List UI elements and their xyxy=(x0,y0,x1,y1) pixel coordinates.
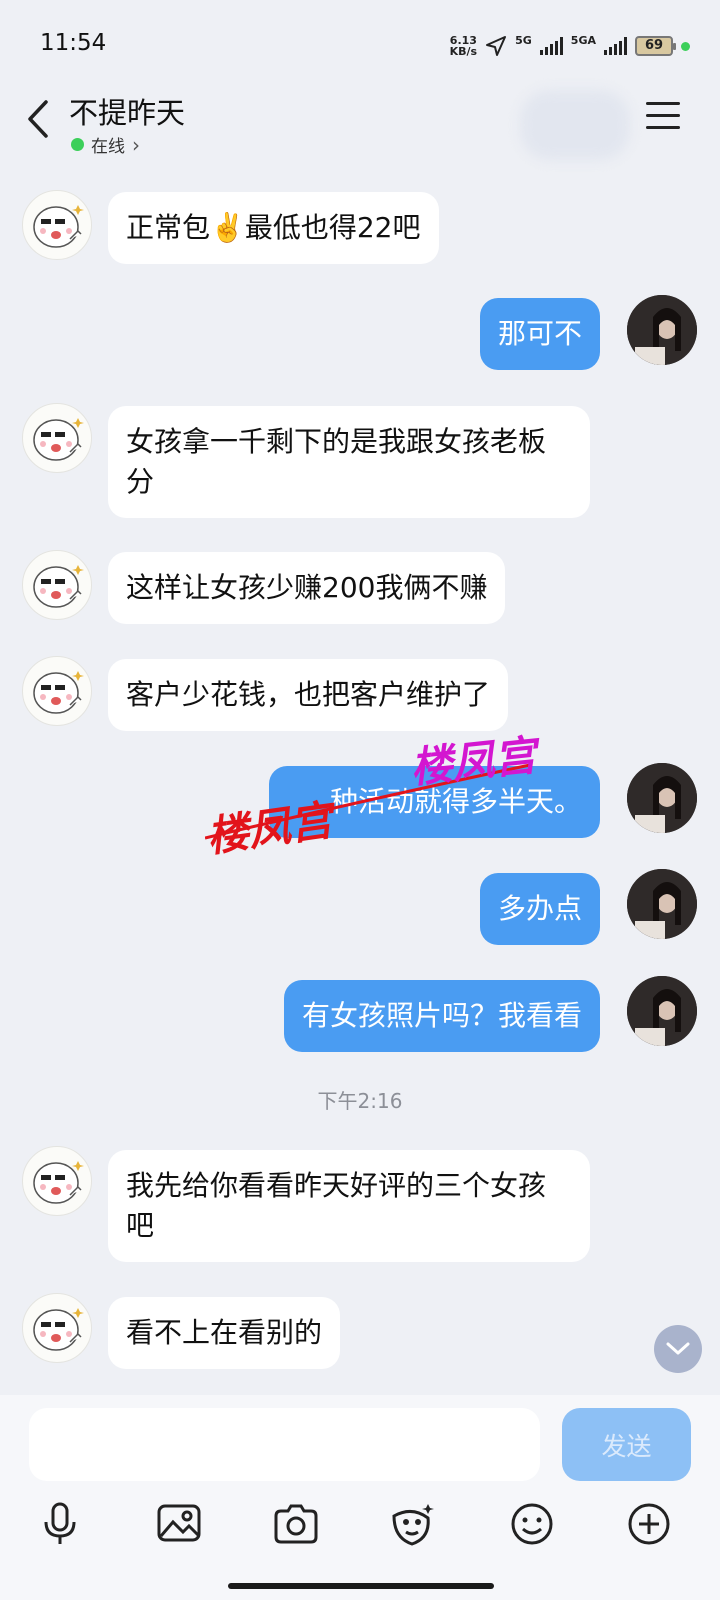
scroll-to-bottom-button[interactable] xyxy=(654,1325,702,1373)
cartoon-cat-avatar-icon xyxy=(33,565,84,608)
message-bubble-incoming[interactable]: 这样让女孩少赚200我俩不赚 xyxy=(108,552,506,624)
menu-button[interactable] xyxy=(646,102,680,130)
cartoon-cat-avatar-icon xyxy=(33,1161,84,1204)
plus-icon xyxy=(628,1503,670,1545)
send-button[interactable]: 发送 xyxy=(562,1408,691,1481)
cartoon-cat-avatar-icon xyxy=(33,205,84,248)
cartoon-cat-avatar-icon xyxy=(33,1308,84,1351)
self-avatar[interactable] xyxy=(627,763,697,833)
contact-avatar[interactable] xyxy=(22,1146,92,1216)
camera-icon xyxy=(274,1504,318,1544)
status-icons: 6.13 KB/s 5G 5GA 69 xyxy=(450,30,690,62)
contact-avatar[interactable] xyxy=(22,656,92,726)
profile-photo-icon xyxy=(627,976,697,1046)
battery-indicator: 69 xyxy=(635,36,676,56)
self-avatar[interactable] xyxy=(627,869,697,939)
home-indicator[interactable] xyxy=(228,1583,494,1589)
sticker-icon xyxy=(392,1504,434,1546)
message-bubble-outgoing[interactable]: 有女孩照片吗？我看看 xyxy=(283,980,600,1052)
message-bubble-outgoing[interactable]: 多办点 xyxy=(479,873,600,945)
status-bar: 11:54 6.13 KB/s 5G 5GA 69 xyxy=(0,0,720,90)
signal-bars-1-icon xyxy=(539,37,563,55)
cartoon-cat-avatar-icon xyxy=(33,671,84,714)
privacy-dot-icon xyxy=(681,41,690,51)
network-speed: 6.13 KB/s xyxy=(449,34,478,58)
image-icon xyxy=(157,1504,201,1542)
contact-avatar[interactable] xyxy=(22,550,92,620)
camera-button[interactable] xyxy=(272,1500,320,1548)
chevron-left-icon xyxy=(28,100,48,138)
sticker-button[interactable] xyxy=(388,1500,436,1548)
input-area: 发送 xyxy=(0,1395,720,1600)
contact-name[interactable]: 不提昨天 xyxy=(69,90,185,132)
contact-avatar[interactable] xyxy=(22,1293,92,1363)
blurred-area xyxy=(520,90,630,160)
chevron-right-icon: › xyxy=(132,132,140,157)
emoji-icon xyxy=(511,1503,553,1545)
message-bubble-incoming[interactable]: 客户少花钱，也把客户维护了 xyxy=(108,659,509,731)
message-bubble-incoming[interactable]: 看不上在看别的 xyxy=(108,1297,341,1369)
contact-avatar[interactable] xyxy=(22,190,92,260)
message-bubble-incoming[interactable]: 女孩拿一千剩下的是我跟女孩老板分 xyxy=(108,406,590,518)
contact-avatar[interactable] xyxy=(22,403,92,473)
microphone-icon xyxy=(44,1502,76,1544)
message-timestamp: 下午2:16 xyxy=(317,1089,403,1113)
cartoon-cat-avatar-icon xyxy=(33,418,84,461)
input-toolbar xyxy=(0,1500,720,1560)
message-bubble-incoming[interactable]: 我先给你看看昨天好评的三个女孩吧 xyxy=(108,1150,590,1262)
signal-label-1: 5G xyxy=(515,33,532,47)
message-input[interactable] xyxy=(29,1408,540,1481)
message-bubble-outgoing[interactable]: 那可不 xyxy=(479,298,600,370)
online-status[interactable]: 在线 › xyxy=(71,132,140,157)
voice-button[interactable] xyxy=(36,1500,84,1548)
profile-photo-icon xyxy=(627,869,697,939)
online-dot-icon xyxy=(71,138,84,151)
self-avatar[interactable] xyxy=(627,976,697,1046)
message-bubble-incoming[interactable]: 正常包✌️最低也得22吧 xyxy=(108,192,439,264)
chevron-down-icon xyxy=(666,1342,690,1355)
more-button[interactable] xyxy=(625,1500,673,1548)
profile-photo-icon xyxy=(627,295,697,365)
chat-header: 不提昨天 在线 › xyxy=(0,90,720,160)
self-avatar[interactable] xyxy=(627,295,697,365)
signal-label-2: 5GA xyxy=(570,33,596,47)
gallery-button[interactable] xyxy=(155,1500,203,1548)
profile-photo-icon xyxy=(627,763,697,833)
emoji-button[interactable] xyxy=(508,1500,556,1548)
back-button[interactable] xyxy=(24,98,54,140)
signal-bars-2-icon xyxy=(604,37,627,55)
status-time: 11:54 xyxy=(40,30,107,56)
location-arrow-icon xyxy=(486,36,507,56)
online-status-text: 在线 xyxy=(91,137,125,157)
